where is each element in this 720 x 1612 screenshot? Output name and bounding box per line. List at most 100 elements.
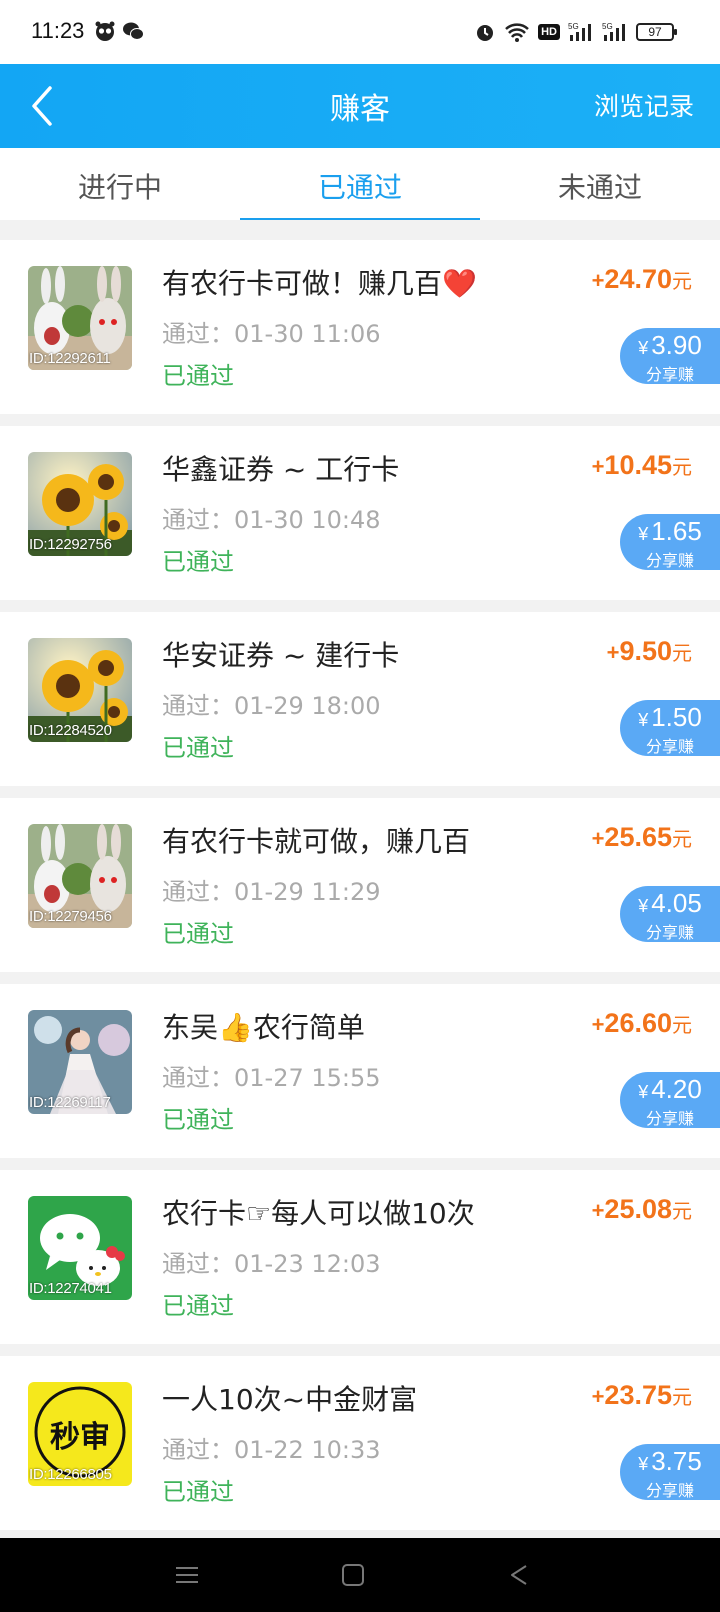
task-status: 已通过	[162, 1292, 234, 1320]
yen-symbol: ¥	[638, 1082, 649, 1102]
task-card[interactable]: ID:12292756 华鑫证券 ~ 工行卡 通过：01-30 10:48 已通…	[0, 426, 720, 600]
task-pass-time: 通过：01-22 10:33	[162, 1436, 381, 1464]
task-pass-time: 通过：01-29 11:29	[162, 878, 381, 906]
task-title: 华安证券 ~ 建行卡	[162, 639, 400, 672]
share-label: 分享赚	[645, 1109, 694, 1128]
task-pass-time: 通过：01-30 11:06	[162, 320, 381, 348]
task-id: ID:12266805	[29, 1466, 112, 1483]
task-card[interactable]: ID:12292611 有农行卡可做！赚几百❤️ 通过：01-30 11:06 …	[0, 240, 720, 414]
reward-amount: +24.70元	[592, 264, 692, 295]
signal-5g-icon-2: 5G	[602, 22, 625, 41]
amount-unit: 元	[672, 1015, 692, 1037]
amount-value: 24.70	[604, 264, 672, 294]
amount-unit: 元	[672, 1201, 692, 1223]
amount-sign: +	[591, 454, 605, 479]
reward-amount: +25.08元	[592, 1194, 692, 1225]
amount-sign: +	[591, 826, 605, 851]
share-earn-button[interactable]: ¥1.65 分享赚	[620, 514, 720, 570]
yen-symbol: ¥	[638, 896, 649, 916]
task-thumbnail: 秒审 ID:12266805	[28, 1382, 132, 1486]
task-status: 已通过	[162, 362, 234, 390]
amount-unit: 元	[672, 1387, 692, 1409]
status-time: 11:23	[31, 18, 85, 43]
task-pass-time: 通过：01-27 15:55	[162, 1064, 381, 1092]
tab-bar: 进行中 已通过 未通过	[0, 148, 720, 220]
share-label: 分享赚	[645, 737, 694, 756]
task-card[interactable]: ID:12284520 华安证券 ~ 建行卡 通过：01-29 18:00 已通…	[0, 612, 720, 786]
share-earn-button[interactable]: ¥1.50 分享赚	[620, 700, 720, 756]
task-id: ID:12274041	[29, 1280, 112, 1297]
task-title: 有农行卡就可做，赚几百	[162, 825, 471, 858]
share-amount: 3.75	[651, 1446, 702, 1476]
amount-value: 9.50	[619, 636, 672, 666]
share-label: 分享赚	[645, 1481, 694, 1500]
status-icons: HD 5G 5G 97	[474, 18, 677, 46]
system-nav-bar	[0, 1538, 720, 1612]
app-header: 赚客 浏览记录	[0, 64, 720, 148]
share-earn-button[interactable]: ¥4.20 分享赚	[620, 1072, 720, 1128]
task-thumbnail: ID:12279456	[28, 824, 132, 928]
status-bar: 11:23 HD 5G 5G 97	[0, 0, 720, 64]
yen-symbol: ¥	[638, 524, 649, 544]
task-title: 有农行卡可做！赚几百❤️	[162, 267, 477, 300]
battery-icon: 97	[636, 23, 677, 41]
share-amount: 4.20	[651, 1074, 702, 1104]
task-card[interactable]: ID:12279456 有农行卡就可做，赚几百 通过：01-29 11:29 已…	[0, 798, 720, 972]
task-pass-time: 通过：01-30 10:48	[162, 506, 381, 534]
amount-sign: +	[591, 1384, 605, 1409]
task-title: 华鑫证券 ~ 工行卡	[162, 453, 400, 486]
task-thumbnail: ID:12292756	[28, 452, 132, 556]
wifi-icon	[505, 23, 529, 42]
share-label: 分享赚	[645, 365, 694, 384]
share-amount: 1.65	[651, 516, 702, 546]
signal-5g-icon: 5G	[568, 22, 591, 41]
task-thumbnail: ID:12269117	[28, 1010, 132, 1114]
task-title: 东吴👍农行简单	[162, 1011, 365, 1044]
panda-app-icon	[95, 21, 115, 41]
reward-amount: +9.50元	[607, 636, 692, 667]
task-id: ID:12279456	[29, 908, 112, 925]
thumb-label: 秒审	[50, 1420, 110, 1455]
hd-badge: HD	[538, 24, 560, 40]
task-card[interactable]: ID:12269117 东吴👍农行简单 通过：01-27 15:55 已通过 +…	[0, 984, 720, 1158]
task-id: ID:12292611	[29, 350, 111, 367]
svg-text:5G: 5G	[568, 22, 579, 31]
amount-unit: 元	[672, 271, 692, 293]
share-label: 分享赚	[645, 551, 694, 570]
home-square-icon[interactable]	[338, 1560, 368, 1590]
wechat-status-icon	[123, 22, 144, 40]
tab-in-progress[interactable]: 进行中	[0, 166, 240, 206]
yen-symbol: ¥	[638, 1454, 649, 1474]
reward-amount: +25.65元	[592, 822, 692, 853]
reward-amount: +26.60元	[592, 1008, 692, 1039]
amount-unit: 元	[672, 643, 692, 665]
tab-active-indicator	[240, 218, 480, 220]
tab-rejected[interactable]: 未通过	[480, 166, 720, 206]
task-card[interactable]: 秒审 ID:12266805 一人10次~中金财富 通过：01-22 10:33…	[0, 1356, 720, 1530]
share-earn-button[interactable]: ¥3.90 分享赚	[620, 328, 720, 384]
share-label: 分享赚	[645, 923, 694, 942]
reward-amount: +10.45元	[592, 450, 692, 481]
amount-value: 25.65	[604, 822, 672, 852]
menu-icon[interactable]	[172, 1560, 202, 1590]
task-thumbnail: ID:12274041	[28, 1196, 132, 1300]
amount-unit: 元	[672, 457, 692, 479]
tab-passed[interactable]: 已通过	[240, 166, 480, 206]
task-title: 一人10次~中金财富	[162, 1383, 418, 1416]
task-card[interactable]: ID:12274041 农行卡☞每人可以做10次 通过：01-23 12:03 …	[0, 1170, 720, 1344]
yen-symbol: ¥	[638, 338, 649, 358]
share-earn-button[interactable]: ¥3.75 分享赚	[620, 1444, 720, 1500]
task-id: ID:12269117	[29, 1094, 111, 1111]
browse-history-link[interactable]: 浏览记录	[594, 87, 694, 123]
task-thumbnail: ID:12292611	[28, 266, 132, 370]
amount-value: 26.60	[604, 1008, 672, 1038]
share-earn-button[interactable]: ¥4.05 分享赚	[620, 886, 720, 942]
amount-value: 10.45	[604, 450, 672, 480]
task-id: ID:12284520	[29, 722, 112, 739]
task-pass-time: 通过：01-23 12:03	[162, 1250, 381, 1278]
yen-symbol: ¥	[638, 710, 649, 730]
back-triangle-icon[interactable]	[504, 1560, 534, 1590]
amount-sign: +	[606, 640, 620, 665]
task-status: 已通过	[162, 1478, 234, 1506]
task-status: 已通过	[162, 548, 234, 576]
